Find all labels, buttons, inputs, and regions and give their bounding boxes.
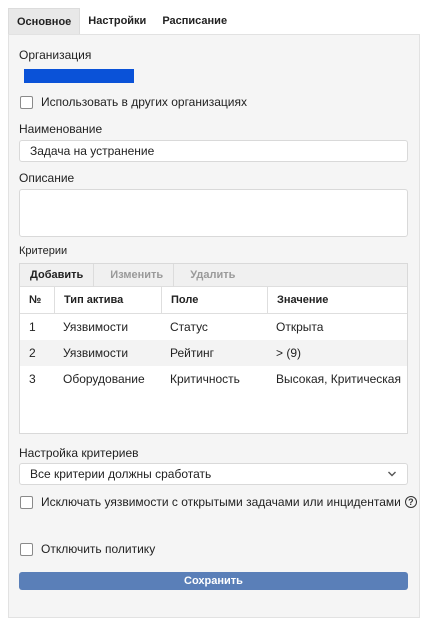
tab-main[interactable]: Основное <box>8 8 81 34</box>
table-row[interactable]: 3 Оборудование Критичность Высокая, Крит… <box>20 366 407 392</box>
question-circle-icon[interactable]: ? <box>404 496 417 508</box>
disable-policy-checkbox[interactable] <box>20 542 33 556</box>
criteria-settings-select[interactable]: Все критерии должны сработать <box>19 463 408 485</box>
description-label: Описание <box>19 171 75 185</box>
column-asset-type[interactable]: Тип актива <box>54 287 161 313</box>
criteria-header: № Тип актива Поле Значение <box>20 287 407 314</box>
organization-label: Организация <box>19 48 92 62</box>
column-field[interactable]: Поле <box>161 287 267 313</box>
edit-criterion-button[interactable]: Изменить <box>93 263 173 287</box>
name-label: Наименование <box>19 122 103 136</box>
use-in-other-orgs-checkbox[interactable] <box>20 95 33 109</box>
cell-value: Открыта <box>276 320 324 334</box>
use-in-other-orgs-label: Использовать в других организациях <box>41 95 247 109</box>
exclude-row[interactable]: Исключать уязвимости с открытыми задачам… <box>20 495 417 509</box>
disable-policy-label: Отключить политику <box>41 542 156 556</box>
cell-number: 2 <box>29 346 36 360</box>
cell-number: 1 <box>29 320 36 334</box>
cell-asset-type: Уязвимости <box>63 346 129 360</box>
chevron-down-icon <box>388 471 396 477</box>
cell-asset-type: Уязвимости <box>63 320 129 334</box>
cell-value: Высокая, Критическая <box>276 372 401 386</box>
tab-settings[interactable]: Настройки <box>80 8 154 34</box>
disable-policy-row[interactable]: Отключить политику <box>20 542 155 556</box>
column-number[interactable]: № <box>20 287 54 313</box>
name-input[interactable]: Задача на устранение <box>19 140 408 162</box>
description-textarea[interactable] <box>19 189 408 237</box>
criteria-settings-value: Все критерии должны сработать <box>30 467 212 481</box>
organization-value-redacted[interactable] <box>24 69 134 83</box>
criteria-grid: Добавить Изменить Удалить № Тип актива П… <box>19 263 408 434</box>
delete-criterion-button[interactable]: Удалить <box>173 263 245 287</box>
table-row[interactable]: 2 Уязвимости Рейтинг > (9) <box>20 340 407 366</box>
tab-schedule[interactable]: Расписание <box>154 8 235 34</box>
save-button[interactable]: Сохранить <box>19 572 408 590</box>
criteria-settings-label: Настройка критериев <box>19 446 139 460</box>
use-in-other-orgs-row[interactable]: Использовать в других организациях <box>20 95 247 109</box>
tab-bar: Основное Настройки Расписание <box>8 8 235 34</box>
column-value[interactable]: Значение <box>267 287 407 313</box>
add-criterion-button[interactable]: Добавить <box>20 264 93 287</box>
cell-asset-type: Оборудование <box>63 372 145 386</box>
table-row[interactable]: 1 Уязвимости Статус Открыта <box>20 314 407 340</box>
criteria-label: Критерии <box>19 245 68 257</box>
exclude-label: Исключать уязвимости с открытыми задачам… <box>41 495 401 509</box>
cell-field: Критичность <box>170 372 240 386</box>
cell-field: Рейтинг <box>170 346 215 360</box>
exclude-checkbox[interactable] <box>20 495 33 509</box>
cell-field: Статус <box>170 320 208 334</box>
cell-value: > (9) <box>276 346 302 360</box>
cell-number: 3 <box>29 372 36 386</box>
criteria-toolbar: Добавить Изменить Удалить <box>20 263 407 287</box>
